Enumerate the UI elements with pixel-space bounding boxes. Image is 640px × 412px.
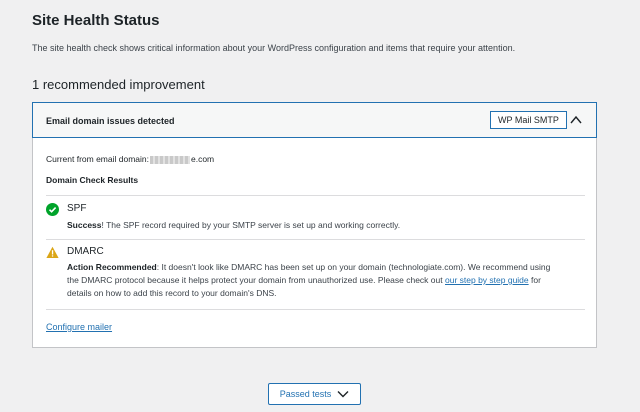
dmarc-message-line3: details on how to add this record to you… [67,288,277,298]
passed-tests-button[interactable]: Passed tests [268,383,361,405]
page-title: Site Health Status [32,12,160,29]
wp-mail-smtp-badge: WP Mail SMTP [490,111,567,129]
spf-message: ! The SPF record required by your SMTP s… [101,220,401,230]
passed-tests-label: Passed tests [279,389,332,399]
divider [46,239,585,240]
step-by-step-guide-link[interactable]: our step by step guide [445,275,529,285]
current-from-value: e.com [190,154,215,164]
domain-check-results-title: Domain Check Results [46,175,139,185]
redacted-domain [149,155,190,164]
issue-accordion-header[interactable]: Email domain issues detected WP Mail SMT… [32,102,597,138]
divider [46,309,585,310]
issue-title: Email domain issues detected [46,116,175,126]
dmarc-message-line2: the DMARC protocol because it helps prot… [67,275,443,285]
page-description: The site health check shows critical inf… [32,43,516,53]
spf-check-message: Success! The SPF record required by your… [67,219,400,232]
dmarc-message-line1: : It doesn't look like DMARC has been se… [156,262,551,272]
success-check-icon [46,203,59,216]
issue-body: Current from email domain: e.com Domain C… [33,137,598,347]
warning-icon [46,246,59,258]
current-from-label: Current from email domain: [46,154,149,164]
dmarc-check-name: DMARC [67,246,104,257]
dmarc-status-label: Action Recommended [67,262,157,272]
recommended-heading: 1 recommended improvement [32,77,205,92]
spf-check-name: SPF [67,203,87,214]
dmarc-message-line2-end: for [528,275,541,285]
issue-panel: Email domain issues detected WP Mail SMT… [32,102,597,348]
chevron-down-icon [337,391,349,398]
chevron-up-icon[interactable] [569,113,583,127]
current-from-domain: Current from email domain: e.com [46,154,214,164]
spf-status-label: Success [67,220,102,230]
dmarc-check-message: Action Recommended: It doesn't look like… [67,261,587,300]
configure-mailer-link[interactable]: Configure mailer [46,322,112,332]
divider [46,195,585,196]
